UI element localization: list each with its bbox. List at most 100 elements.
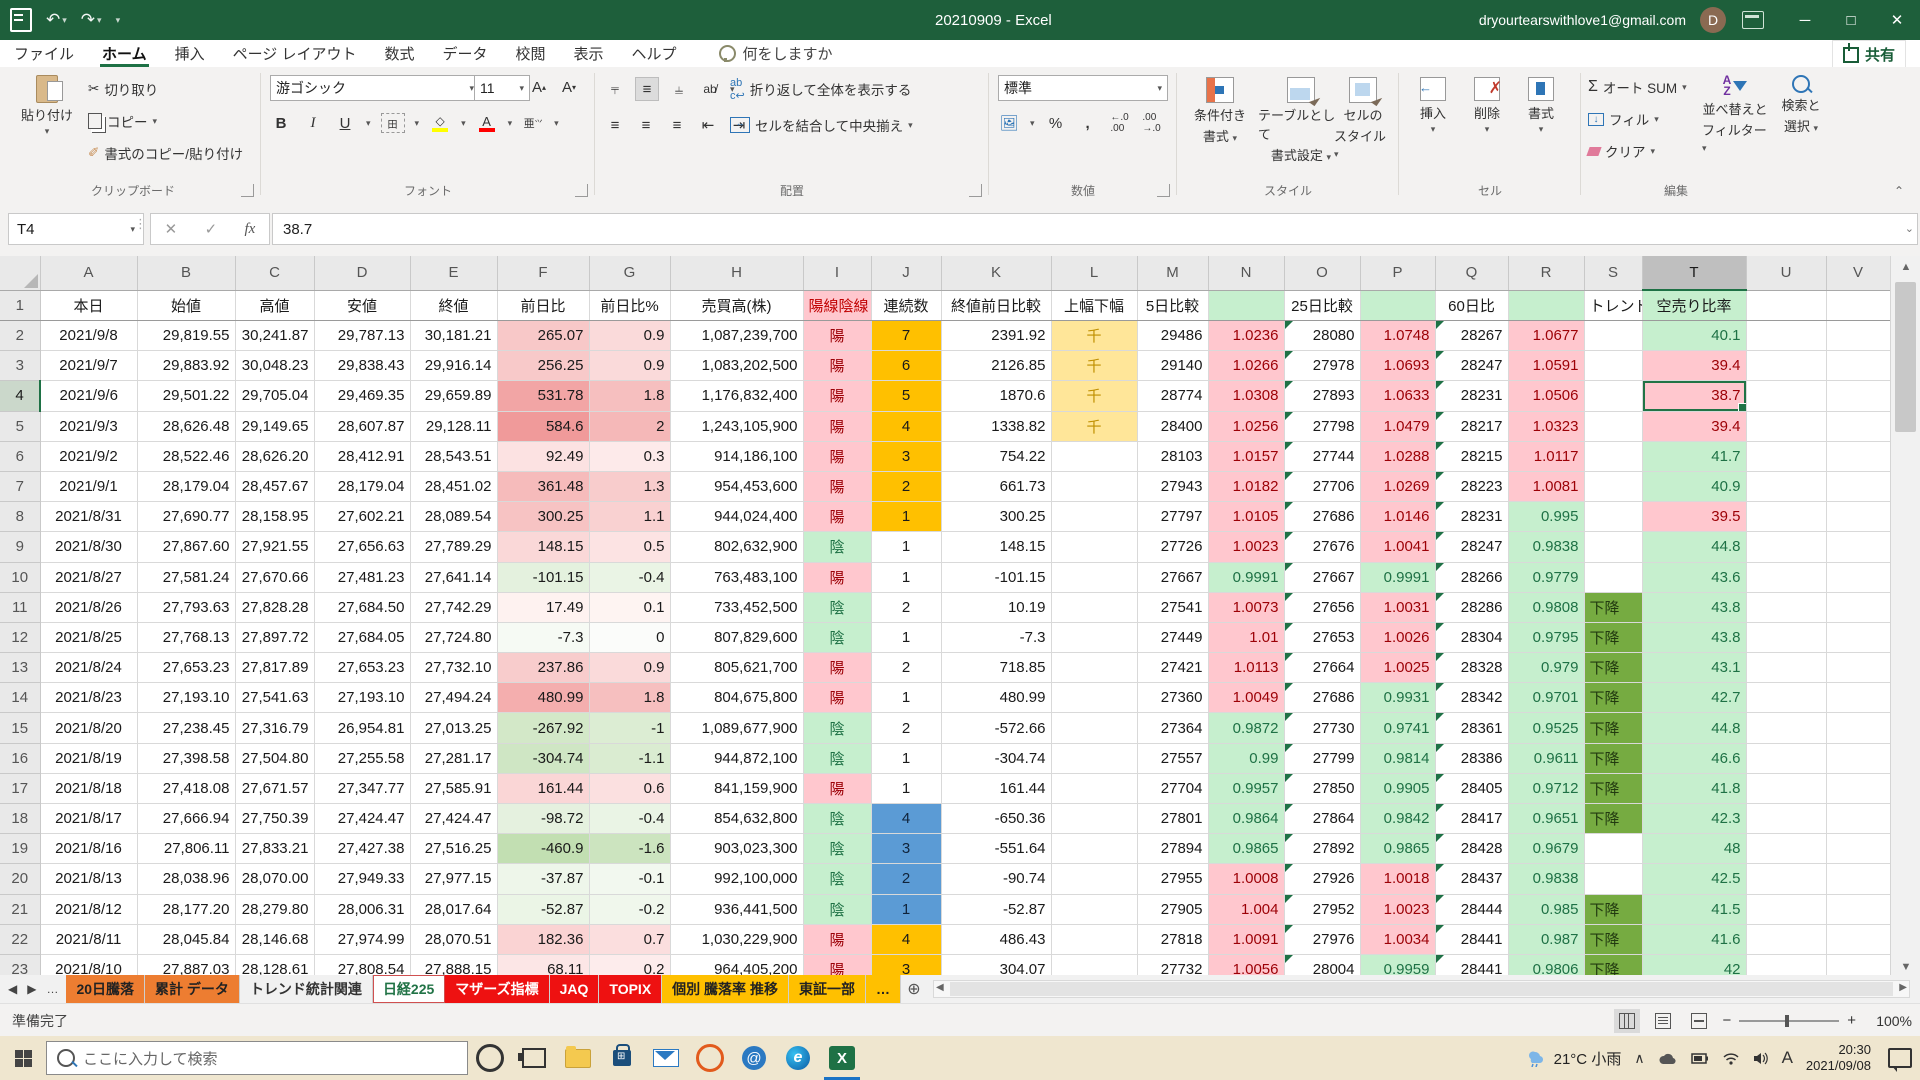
cell-F4[interactable]: 531.78 <box>497 381 589 411</box>
cell-E7[interactable]: 28,451.02 <box>410 471 497 501</box>
cell-B13[interactable]: 27,653.23 <box>137 653 235 683</box>
cell-K6[interactable]: 754.22 <box>941 441 1051 471</box>
mail-icon[interactable] <box>644 1036 688 1080</box>
cell-B5[interactable]: 28,626.48 <box>137 411 235 441</box>
cell-T17[interactable]: 41.8 <box>1642 773 1746 803</box>
column-header-O[interactable]: O <box>1284 256 1360 290</box>
header-cell-T1[interactable]: 空売り比率 <box>1642 290 1746 321</box>
clear-button[interactable]: クリア▾ <box>1588 139 1655 163</box>
column-header-G[interactable]: G <box>589 256 670 290</box>
cell-E9[interactable]: 27,789.29 <box>410 532 497 562</box>
cancel-entry-icon[interactable]: ✕ <box>165 220 178 238</box>
cell-styles-button[interactable]: セルの スタイル ▾ <box>1334 77 1392 160</box>
cell-B12[interactable]: 27,768.13 <box>137 622 235 652</box>
ribbon-tab-ホーム[interactable]: ホーム <box>88 40 161 67</box>
currency-button[interactable]: 🖼 <box>998 112 1020 134</box>
borders-dropdown[interactable]: ▾ <box>415 118 420 129</box>
cell-D12[interactable]: 27,684.05 <box>314 622 410 652</box>
explorer-icon[interactable] <box>556 1036 600 1080</box>
cell-K14[interactable]: 480.99 <box>941 683 1051 713</box>
cell-H9[interactable]: 802,632,900 <box>670 532 803 562</box>
cell-O12[interactable]: 27653 <box>1284 622 1360 652</box>
cell-R17[interactable]: 0.9712 <box>1508 773 1584 803</box>
font-size-select[interactable]: 11▾ <box>474 75 530 101</box>
zoom-in-button[interactable]: + <box>1847 1012 1856 1029</box>
copy-button[interactable]: コピー▾ <box>88 109 157 133</box>
cell-T8[interactable]: 39.5 <box>1642 502 1746 532</box>
cell-V6[interactable] <box>1826 441 1890 471</box>
cell-M16[interactable]: 27557 <box>1137 743 1208 773</box>
find-select-button[interactable]: 検索と 選択 ▾ <box>1766 75 1836 135</box>
cell-C14[interactable]: 27,541.63 <box>235 683 314 713</box>
cell-F5[interactable]: 584.6 <box>497 411 589 441</box>
font-color-dropdown[interactable]: ▾ <box>508 118 513 129</box>
cell-Q21[interactable]: 28444 <box>1435 894 1508 924</box>
underline-button[interactable]: U <box>334 112 356 134</box>
normal-view-button[interactable] <box>1614 1009 1640 1033</box>
sort-filter-button[interactable]: AZ 並べ替えと フィルター ▾ <box>1702 75 1768 154</box>
cell-A16[interactable]: 2021/8/19 <box>40 743 137 773</box>
tell-me-box[interactable]: 何をしますか <box>719 43 833 64</box>
cell-I13[interactable]: 陽 <box>803 653 871 683</box>
cell-F17[interactable]: 161.44 <box>497 773 589 803</box>
cell-C6[interactable]: 28,626.20 <box>235 441 314 471</box>
cell-R12[interactable]: 0.9795 <box>1508 622 1584 652</box>
cell-I16[interactable]: 陰 <box>803 743 871 773</box>
cell-V18[interactable] <box>1826 804 1890 834</box>
italic-button[interactable]: I <box>302 112 324 134</box>
row-header-15[interactable]: 15 <box>0 713 40 743</box>
cell-E5[interactable]: 29,128.11 <box>410 411 497 441</box>
cell-Q2[interactable]: 28267 <box>1435 321 1508 351</box>
cell-B16[interactable]: 27,398.58 <box>137 743 235 773</box>
cell-M6[interactable]: 28103 <box>1137 441 1208 471</box>
cell-Q11[interactable]: 28286 <box>1435 592 1508 622</box>
cell-L18[interactable] <box>1051 804 1137 834</box>
cell-K11[interactable]: 10.19 <box>941 592 1051 622</box>
cell-E3[interactable]: 29,916.14 <box>410 351 497 381</box>
cell-K21[interactable]: -52.87 <box>941 894 1051 924</box>
horizontal-scroll-thumb[interactable] <box>950 982 1893 996</box>
column-header-L[interactable]: L <box>1051 256 1137 290</box>
cell-D20[interactable]: 27,949.33 <box>314 864 410 894</box>
sheet-tab-マザーズ指標[interactable]: マザーズ指標 <box>445 975 549 1003</box>
cell-P6[interactable]: 1.0288 <box>1360 441 1435 471</box>
cell-K12[interactable]: -7.3 <box>941 622 1051 652</box>
cell-U23[interactable] <box>1746 954 1826 975</box>
cell-G18[interactable]: -0.4 <box>589 804 670 834</box>
cell-C2[interactable]: 30,241.87 <box>235 321 314 351</box>
column-header-K[interactable]: K <box>941 256 1051 290</box>
cell-K7[interactable]: 661.73 <box>941 471 1051 501</box>
cell-T11[interactable]: 43.8 <box>1642 592 1746 622</box>
cell-M12[interactable]: 27449 <box>1137 622 1208 652</box>
cell-T12[interactable]: 43.8 <box>1642 622 1746 652</box>
cell-K3[interactable]: 2126.85 <box>941 351 1051 381</box>
cell-G10[interactable]: -0.4 <box>589 562 670 592</box>
column-header-T[interactable]: T <box>1642 256 1746 290</box>
cell-H18[interactable]: 854,632,800 <box>670 804 803 834</box>
cell-D13[interactable]: 27,653.23 <box>314 653 410 683</box>
cell-L5[interactable]: 千 <box>1051 411 1137 441</box>
cell-J13[interactable]: 2 <box>871 653 941 683</box>
cell-I10[interactable]: 陽 <box>803 562 871 592</box>
cell-P19[interactable]: 0.9865 <box>1360 834 1435 864</box>
cell-K13[interactable]: 718.85 <box>941 653 1051 683</box>
maximize-button[interactable]: □ <box>1828 0 1874 40</box>
header-cell-R1[interactable] <box>1508 290 1584 321</box>
cell-D19[interactable]: 27,427.38 <box>314 834 410 864</box>
cell-Q17[interactable]: 28405 <box>1435 773 1508 803</box>
cell-G9[interactable]: 0.5 <box>589 532 670 562</box>
cell-E21[interactable]: 28,017.64 <box>410 894 497 924</box>
cell-S5[interactable] <box>1584 411 1642 441</box>
cell-H17[interactable]: 841,159,900 <box>670 773 803 803</box>
cell-A6[interactable]: 2021/9/2 <box>40 441 137 471</box>
cell-F9[interactable]: 148.15 <box>497 532 589 562</box>
cell-L17[interactable] <box>1051 773 1137 803</box>
cell-J19[interactable]: 3 <box>871 834 941 864</box>
cell-O4[interactable]: 27893 <box>1284 381 1360 411</box>
cell-I2[interactable]: 陽 <box>803 321 871 351</box>
cell-J17[interactable]: 1 <box>871 773 941 803</box>
cell-Q14[interactable]: 28342 <box>1435 683 1508 713</box>
cell-F19[interactable]: -460.9 <box>497 834 589 864</box>
cell-E19[interactable]: 27,516.25 <box>410 834 497 864</box>
cell-O18[interactable]: 27864 <box>1284 804 1360 834</box>
